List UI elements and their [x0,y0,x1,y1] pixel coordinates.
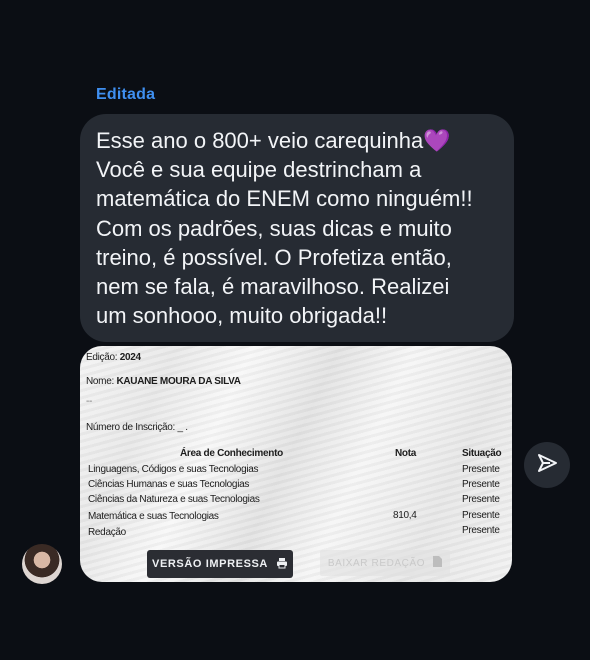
table-row-area: Ciências Humanas e suas Tecnologias [88,479,250,490]
send-icon [536,452,558,479]
printer-icon [276,557,288,572]
table-header-score: Nota [395,448,417,459]
math-score: 810,4 [393,510,417,521]
table-header-status: Situação [462,448,502,459]
table-row-status: Presente [462,464,500,475]
message-text: Esse ano o 800+ veio carequinha💜 Você e … [96,126,500,330]
print-version-label: VERSÃO IMPRESSA [152,558,268,570]
table-row-area: Redação [88,527,126,538]
blurred-field: -- [86,396,93,407]
file-icon [433,556,443,570]
registration-value: _ . [177,422,189,433]
table-row-status: Presente [462,479,500,490]
message-bubble[interactable]: Esse ano o 800+ veio carequinha💜 Você e … [80,114,514,342]
avatar[interactable] [22,544,62,584]
table-row-status: Presente [462,510,500,521]
table-row-area: Linguagens, Códigos e suas Tecnologias [88,464,259,475]
edition-row: Edição: 2024 [86,352,141,363]
purple-heart-emoji: 💜 [423,128,451,153]
edition-value: 2024 [119,352,141,363]
name-row: Nome: KAUANE MOURA DA SILVA [86,376,241,387]
table-row-status: Presente [462,494,500,505]
download-essay-button[interactable]: BAIXAR REDAÇÃO [320,550,450,576]
download-essay-label: BAIXAR REDAÇÃO [327,557,426,569]
result-document: Edição: 2024 Nome: KAUANE MOURA DA SILVA… [80,346,512,582]
table-row-status: Presente [462,525,500,536]
message-text-body: Você e sua equipe destrincham a matemáti… [96,157,473,329]
print-version-button[interactable]: VERSÃO IMPRESSA [147,550,293,578]
table-header-area: Área de Conhecimento [180,448,283,459]
registration-label: Número de Inscrição: [86,422,176,433]
edited-label: Editada [96,86,156,103]
table-row-area: Matemática e suas Tecnologias [88,511,219,522]
edition-label: Edição: [86,352,118,363]
share-send-button[interactable] [524,442,570,488]
message-text-first-line: Esse ano o 800+ veio carequinha [96,128,424,153]
registration-row: Número de Inscrição: _ . [86,422,188,433]
name-label: Nome: [86,376,114,387]
table-row-area: Ciências da Natureza e suas Tecnologias [88,494,260,505]
name-value: KAUANE MOURA DA SILVA [116,376,241,387]
image-attachment[interactable]: Edição: 2024 Nome: KAUANE MOURA DA SILVA… [80,346,512,582]
